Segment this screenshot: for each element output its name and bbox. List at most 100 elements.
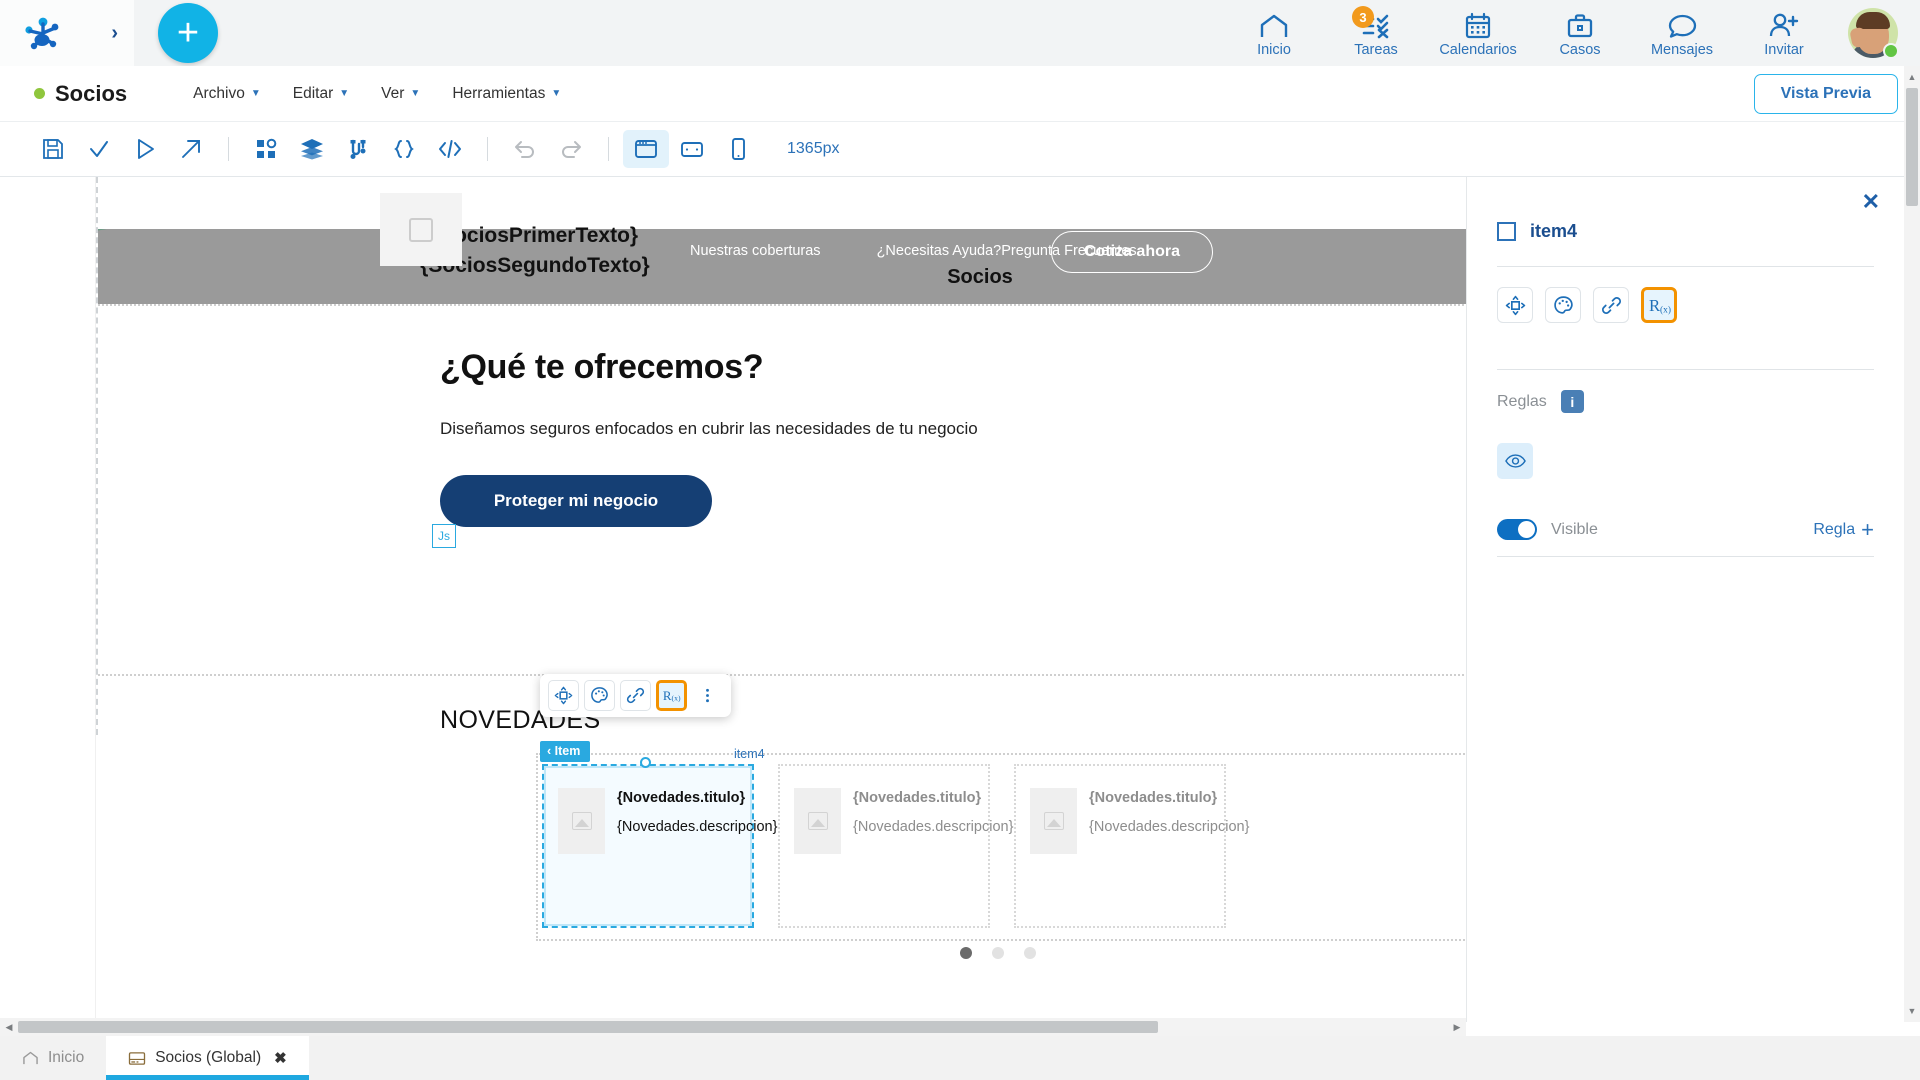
item-breadcrumb-tag[interactable]: ‹ Item (540, 741, 591, 762)
status-online-indicator (1883, 43, 1899, 59)
nav-item-invitar[interactable]: Invitar (1746, 9, 1822, 66)
card-item[interactable]: {Novedades.titulo} {Novedades.descripcio… (778, 764, 1013, 928)
vertical-scroll-thumb[interactable] (1906, 88, 1918, 206)
selected-element-label: item4 (734, 747, 765, 761)
menu-label: Archivo (193, 84, 245, 102)
braces-icon[interactable] (381, 130, 427, 168)
carousel-dot[interactable] (1024, 947, 1036, 959)
card-description: {Novedades.descripcion} (617, 819, 778, 835)
js-badge[interactable]: Js (432, 524, 456, 548)
nav-item-calendarios[interactable]: Calendarios (1439, 9, 1517, 66)
link-icon[interactable] (1593, 287, 1629, 323)
add-button[interactable]: + (158, 3, 218, 63)
check-icon[interactable] (76, 130, 122, 168)
home-icon (1259, 9, 1289, 39)
nav-item-casos[interactable]: Casos (1542, 9, 1618, 66)
nav-label: Tareas (1354, 42, 1398, 58)
carousel-dot[interactable] (992, 947, 1004, 959)
menu-label: Herramientas (452, 84, 546, 102)
image-placeholder-icon (571, 812, 592, 830)
layers-icon[interactable] (289, 130, 335, 168)
invite-user-icon (1769, 9, 1799, 39)
hormiga-logo[interactable] (22, 13, 64, 53)
menu-ver[interactable]: Ver ▼ (381, 85, 420, 103)
card-image-placeholder (794, 788, 841, 854)
card-item[interactable]: {Novedades.titulo} {Novedades.descripcio… (1014, 764, 1249, 928)
nav-label: Mensajes (1650, 42, 1714, 58)
eye-icon[interactable] (1497, 443, 1533, 479)
scroll-left-icon[interactable]: ◀ (0, 1022, 18, 1033)
carousel-dot[interactable] (960, 947, 972, 959)
section-ofrecemos: ¿Qué te ofrecemos? Diseñamos seguros enf… (98, 306, 1466, 674)
more-vertical-icon[interactable] (692, 680, 723, 711)
logo-zone: › (0, 0, 134, 66)
code-icon[interactable] (427, 130, 473, 168)
tab-socios-global[interactable]: Socios (Global) ✖ (106, 1036, 309, 1080)
page-preview: {SociosPrimerTexto} {SociosSegundoTexto}… (96, 177, 1466, 959)
add-rule-button[interactable]: Regla + (1813, 518, 1874, 540)
scroll-right-icon[interactable]: ▶ (1448, 1022, 1466, 1033)
visible-row: Visible Regla + (1497, 518, 1874, 540)
scroll-down-icon[interactable]: ▼ (1904, 1002, 1920, 1020)
close-icon[interactable]: ✖ (274, 1049, 287, 1067)
move-icon[interactable] (548, 680, 579, 711)
nav-label: Casos (1559, 42, 1601, 58)
hero-link-coberturas[interactable]: Nuestras coberturas (690, 243, 821, 259)
card-item[interactable]: {Novedades.titulo} {Novedades.descripcio… (542, 764, 777, 928)
toolbar-divider (487, 137, 488, 161)
move-icon[interactable] (1497, 287, 1533, 323)
card-image-placeholder (558, 788, 605, 854)
card-title: {Novedades.titulo} (617, 790, 746, 806)
nav-label: Calendarios (1439, 42, 1517, 58)
vertical-scrollbar[interactable]: ▲ ▼ (1904, 66, 1920, 1022)
visible-toggle[interactable] (1497, 519, 1537, 540)
menu-herramientas[interactable]: Herramientas ▼ (452, 85, 561, 103)
components-icon[interactable] (243, 130, 289, 168)
palette-icon[interactable] (584, 680, 615, 711)
flow-icon[interactable] (335, 130, 381, 168)
proteger-button[interactable]: Proteger mi negocio (440, 475, 712, 527)
info-icon[interactable]: i (1560, 390, 1584, 413)
tablet-icon[interactable] (669, 130, 715, 168)
menu-archivo[interactable]: Archivo ▼ (193, 85, 261, 103)
app-header: › + Inicio 3 Tareas Calendarios Casos Me… (0, 0, 1920, 66)
redo-icon[interactable] (548, 130, 594, 168)
avatar[interactable] (1848, 8, 1899, 59)
chevron-down-icon: ▼ (410, 88, 421, 99)
menu-editar[interactable]: Editar ▼ (293, 85, 349, 103)
tab-inicio[interactable]: Inicio (0, 1036, 106, 1080)
play-icon[interactable] (122, 130, 168, 168)
section-heading: ¿Qué te ofrecemos? (440, 348, 764, 386)
link-icon[interactable] (620, 680, 651, 711)
card-title: {Novedades.titulo} (853, 790, 982, 806)
menu-label: Ver (381, 84, 405, 102)
scroll-up-icon[interactable]: ▲ (1904, 68, 1920, 86)
expand-sidebar-icon[interactable]: › (111, 23, 118, 43)
hero-cta-button[interactable]: Cotiza ahora (1051, 231, 1213, 273)
element-floating-toolbar: R (x) (540, 674, 731, 717)
mobile-icon[interactable] (715, 130, 761, 168)
calendar-icon (1464, 9, 1492, 39)
save-icon[interactable] (30, 130, 76, 168)
resize-handle[interactable] (640, 757, 651, 768)
element-checkbox[interactable] (1497, 222, 1516, 241)
close-icon[interactable]: ✕ (1862, 191, 1880, 213)
preview-button[interactable]: Vista Previa (1753, 73, 1898, 114)
export-icon[interactable] (168, 130, 214, 168)
rules-rx-icon[interactable]: R (x) (656, 680, 687, 711)
horizontal-scrollbar[interactable]: ◀ ▶ (0, 1018, 1466, 1036)
nav-item-mensajes[interactable]: Mensajes (1644, 9, 1720, 66)
viewport-width-label: 1365px (787, 140, 840, 157)
briefcase-icon (1566, 9, 1594, 39)
nav-item-inicio[interactable]: Inicio (1236, 9, 1312, 66)
card-image-placeholder (1030, 788, 1077, 854)
nav-item-tareas[interactable]: 3 Tareas (1338, 6, 1414, 66)
design-canvas: {SociosPrimerTexto} {SociosSegundoTexto}… (0, 177, 1466, 1022)
undo-icon[interactable] (502, 130, 548, 168)
rules-rx-icon[interactable]: R (x) (1641, 287, 1677, 323)
tab-label: Socios (Global) (155, 1049, 262, 1066)
canvas-gutter (0, 177, 96, 1022)
horizontal-scroll-thumb[interactable] (18, 1021, 1158, 1033)
desktop-icon[interactable] (623, 130, 669, 168)
palette-icon[interactable] (1545, 287, 1581, 323)
